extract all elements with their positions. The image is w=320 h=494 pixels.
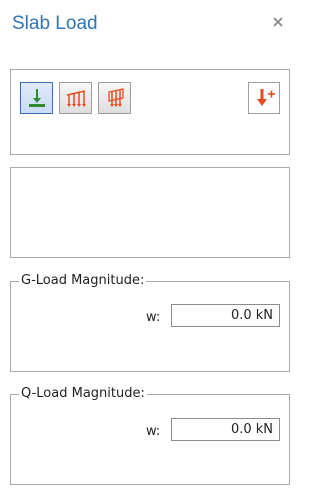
area-load-icon: [108, 88, 124, 107]
g-load-w-label: w:: [146, 310, 161, 325]
panel-title: Slab Load: [12, 13, 98, 34]
point-load-icon: [29, 89, 45, 107]
distributed-load-button[interactable]: [59, 82, 92, 114]
area-load-button[interactable]: [98, 82, 131, 114]
slab-load-panel: Slab Load G-Load Magnitude: w: 0.0 kN Q-…: [0, 0, 296, 494]
close-icon[interactable]: [270, 14, 286, 30]
add-load-button[interactable]: [248, 82, 280, 114]
distributed-load-icon: [66, 90, 86, 107]
add-load-icon: [257, 89, 275, 106]
point-load-button[interactable]: [20, 82, 53, 114]
load-content-area: [10, 167, 290, 258]
g-load-magnitude-input[interactable]: 0.0 kN: [171, 304, 280, 327]
g-load-legend: G-Load Magnitude:: [19, 273, 147, 288]
q-load-legend: Q-Load Magnitude:: [19, 386, 147, 401]
q-load-magnitude-input[interactable]: 0.0 kN: [171, 418, 280, 441]
q-load-w-label: w:: [146, 424, 161, 439]
